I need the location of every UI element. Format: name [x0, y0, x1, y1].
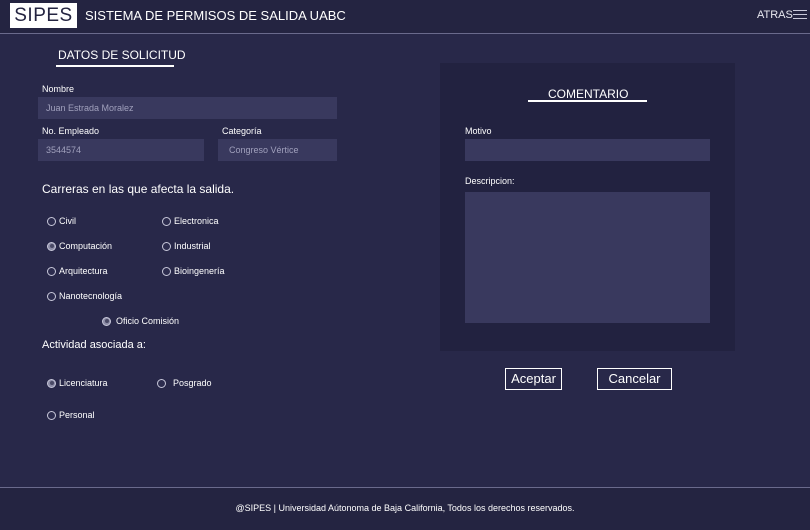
employee-number-label: No. Empleado	[42, 126, 100, 136]
section-title-underline	[56, 65, 174, 67]
radio-checked-icon[interactable]	[102, 316, 111, 326]
activity-option-label: Licenciatura	[59, 378, 108, 388]
career-option-industrial[interactable]: Industrial	[162, 241, 211, 251]
career-option-label: Industrial	[174, 241, 211, 251]
comment-title-underline	[528, 100, 647, 102]
career-option-label: Civil	[59, 216, 76, 226]
section-title: DATOS DE SOLICITUD	[58, 48, 186, 62]
career-option-label: Electronica	[174, 216, 219, 226]
activity-option-label: Posgrado	[173, 378, 212, 388]
app-title: SISTEMA DE PERMISOS DE SALIDA UABC	[85, 8, 346, 23]
activity-option-licenciatura[interactable]: Licenciatura	[47, 378, 108, 388]
category-label: Categoría	[222, 126, 262, 136]
career-option-civil[interactable]: Civil	[47, 216, 76, 226]
radio-checked-icon[interactable]	[47, 241, 56, 251]
employee-number-field[interactable]: 3544574	[38, 139, 204, 161]
motivo-field[interactable]	[465, 139, 710, 161]
careers-question: Carreras en las que afecta la salida.	[42, 182, 235, 196]
back-button[interactable]: ATRAS	[757, 9, 793, 21]
page-footer: @SIPES | Universidad Aútonoma de Baja Ca…	[0, 487, 810, 530]
radio-icon[interactable]	[162, 266, 171, 276]
radio-icon[interactable]	[47, 266, 56, 276]
activity-question: Actividad asociada a:	[42, 339, 146, 351]
career-option-label: Oficio Comisión	[116, 316, 180, 326]
career-option-electronica[interactable]: Electronica	[162, 216, 219, 226]
comment-title: COMENTARIO	[548, 87, 629, 101]
career-option-label: Computación	[59, 241, 113, 251]
radio-icon[interactable]	[162, 241, 171, 251]
radio-checked-icon[interactable]	[47, 378, 56, 388]
career-option-nanotecnologia[interactable]: Nanotecnología	[47, 291, 122, 301]
career-option-label: Bioingenería	[174, 266, 225, 276]
career-option-computacion[interactable]: Computación	[47, 241, 112, 251]
app-header: SIPES SISTEMA DE PERMISOS DE SALIDA UABC…	[0, 0, 810, 34]
menu-icon[interactable]	[793, 10, 807, 20]
career-option-arquitectura[interactable]: Arquitectura	[47, 266, 108, 276]
radio-icon[interactable]	[47, 216, 56, 226]
radio-icon[interactable]	[157, 378, 166, 388]
footer-copyright: @SIPES | Universidad Aútonoma de Baja Ca…	[235, 503, 575, 513]
radio-icon[interactable]	[47, 410, 56, 420]
accept-button[interactable]: Aceptar	[505, 368, 562, 390]
activity-option-posgrado[interactable]: Posgrado	[157, 378, 212, 388]
activity-option-personal[interactable]: Personal	[47, 410, 95, 420]
name-field[interactable]: Juan Estrada Moralez	[38, 97, 337, 119]
name-label: Nombre	[42, 84, 75, 94]
app-logo: SIPES	[10, 3, 77, 28]
cancel-button[interactable]: Cancelar	[597, 368, 672, 390]
career-option-oficio-comision[interactable]: Oficio Comisión	[102, 316, 179, 326]
radio-icon[interactable]	[47, 291, 56, 301]
career-option-bioingeneria[interactable]: Bioingenería	[162, 266, 225, 276]
career-option-label: Nanotecnología	[59, 291, 123, 301]
description-textarea[interactable]	[465, 192, 710, 323]
activity-option-label: Personal	[59, 410, 95, 420]
category-field[interactable]: Congreso Vértice	[218, 139, 337, 161]
radio-icon[interactable]	[162, 216, 171, 226]
career-option-label: Arquitectura	[59, 266, 108, 276]
motivo-label: Motivo	[465, 126, 492, 136]
description-label: Descripcion:	[465, 176, 515, 186]
